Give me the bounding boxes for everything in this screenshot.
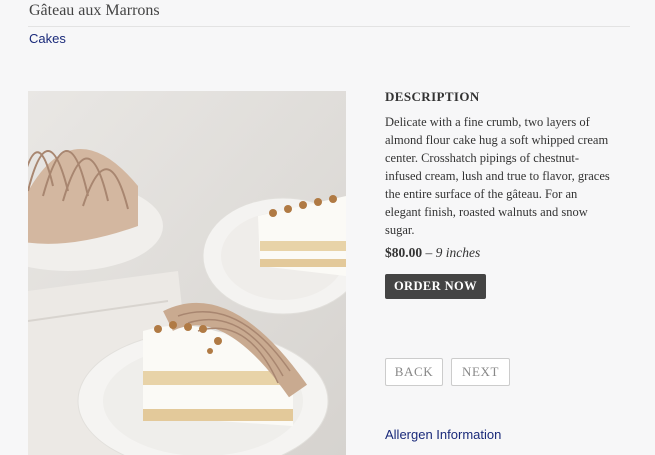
allergen-information-link[interactable]: Allergen Information (385, 427, 501, 442)
next-button[interactable]: NEXT (451, 358, 510, 386)
order-now-button[interactable]: ORDER NOW (385, 274, 486, 299)
product-photo (28, 91, 346, 455)
title-divider (28, 26, 630, 27)
description-heading: DESCRIPTION (385, 89, 480, 104)
price-value: $80.00 (385, 245, 423, 260)
back-button[interactable]: BACK (385, 358, 443, 386)
category-link[interactable]: Cakes (29, 31, 66, 46)
size-value: 9 inches (435, 245, 481, 260)
price-line: $80.00 – 9 inches (385, 245, 480, 261)
price-separator: – (422, 245, 436, 260)
page-title: Gâteau aux Marrons (29, 2, 160, 19)
product-description: Delicate with a fine crumb, two layers o… (385, 115, 610, 237)
cake-photo-icon (28, 91, 346, 455)
